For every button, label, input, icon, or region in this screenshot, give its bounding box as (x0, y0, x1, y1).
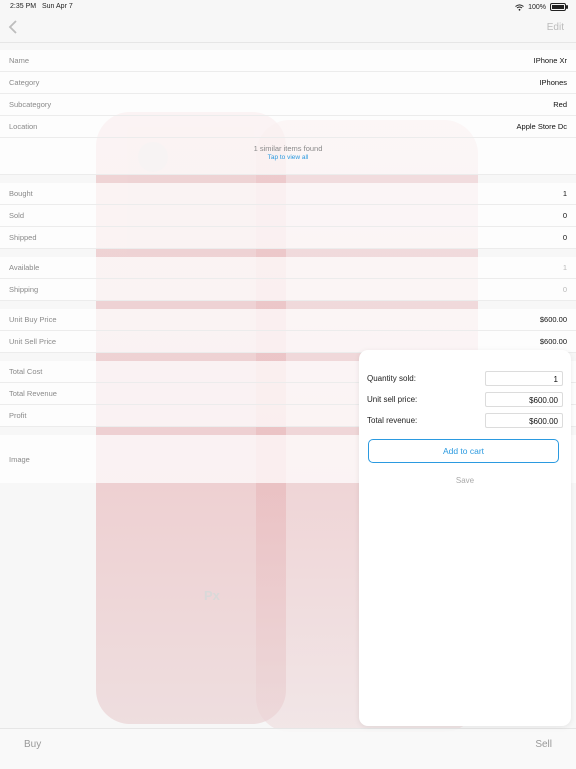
row-label: Profit (9, 411, 27, 420)
navigation-bar: Edit (0, 14, 576, 43)
total-revenue-row: Total revenue: $600.00 (367, 410, 563, 431)
unit-sell-price-label: Unit sell price: (367, 395, 418, 404)
status-time: 2:35 PM (10, 3, 37, 10)
row-label: Subcategory (9, 100, 52, 109)
availability-row-available: Available 1 (0, 257, 576, 279)
bottom-tab-bar: Buy Sell (0, 728, 576, 769)
details-group: Name IPhone Xr Category IPhones Subcateg… (0, 50, 576, 175)
unit-sell-price-row: Unit sell price: $600.00 (367, 389, 563, 410)
quantity-sold-label: Quantity sold: (367, 374, 416, 383)
row-label: Location (9, 122, 38, 131)
row-label: Sold (9, 211, 25, 220)
row-label: Total Cost (9, 367, 43, 376)
detail-row-category: Category IPhones (0, 72, 576, 94)
row-label: Unit Buy Price (9, 315, 57, 324)
row-label: Name (9, 56, 30, 65)
row-value: 1 (562, 263, 567, 272)
detail-row-location: Location Apple Store Dc (0, 116, 576, 138)
tab-sell[interactable]: Sell (535, 739, 552, 750)
back-chevron-icon[interactable] (8, 20, 18, 34)
similar-items-banner[interactable]: 1 similar items found Tap to view all (0, 138, 576, 175)
row-label: Shipping (9, 285, 39, 294)
total-revenue-input[interactable]: $600.00 (485, 413, 563, 428)
quantity-sold-row: Quantity sold: 1 (367, 368, 563, 389)
row-label: Bought (9, 189, 33, 198)
row-value: IPhone Xr (533, 56, 567, 65)
availability-group: Available 1 Shipping 0 (0, 257, 576, 301)
unit-sell-price-input[interactable]: $600.00 (485, 392, 563, 407)
phone-logo: Px (204, 588, 220, 603)
row-value: $600.00 (539, 315, 567, 324)
row-value: Apple Store Dc (516, 122, 567, 131)
status-date: Sun Apr 7 (42, 3, 73, 10)
stock-row-sold: Sold 0 (0, 205, 576, 227)
add-to-cart-button[interactable]: Add to cart (368, 439, 559, 463)
row-value: IPhones (539, 78, 567, 87)
availability-row-shipping: Shipping 0 (0, 279, 576, 301)
quantity-sold-input[interactable]: 1 (485, 371, 563, 386)
row-label: Category (9, 78, 40, 87)
row-label: Available (9, 263, 40, 272)
tab-buy[interactable]: Buy (24, 739, 41, 750)
sell-popover: Quantity sold: 1 Unit sell price: $600.0… (359, 350, 571, 726)
detail-row-subcategory: Subcategory Red (0, 94, 576, 116)
row-value: $600.00 (539, 337, 567, 346)
row-label: Shipped (9, 233, 37, 242)
status-bar: 2:35 PM Sun Apr 7 100% (0, 0, 576, 14)
row-label: Total Revenue (9, 389, 57, 398)
stock-row-bought: Bought 1 (0, 183, 576, 205)
price-row-buy: Unit Buy Price $600.00 (0, 309, 576, 331)
stock-group: Bought 1 Sold 0 Shipped 0 (0, 183, 576, 249)
prices-group: Unit Buy Price $600.00 Unit Sell Price $… (0, 309, 576, 353)
sell-form: Quantity sold: 1 Unit sell price: $600.0… (367, 368, 563, 431)
status-right: 100% (515, 3, 568, 11)
image-label: Image (9, 454, 30, 464)
row-label: Unit Sell Price (9, 337, 57, 346)
view-all-link[interactable]: Tap to view all (0, 154, 576, 161)
wifi-icon (515, 3, 524, 11)
battery-icon (550, 3, 568, 11)
stock-row-shipped: Shipped 0 (0, 227, 576, 249)
row-value: 0 (562, 285, 567, 294)
similar-items-text: 1 similar items found (253, 144, 323, 153)
row-value: 1 (562, 189, 567, 198)
row-value: 0 (562, 233, 567, 242)
save-button[interactable]: Save (359, 476, 571, 485)
battery-percent: 100% (528, 3, 546, 11)
detail-row-name: Name IPhone Xr (0, 50, 576, 72)
edit-button[interactable]: Edit (547, 22, 564, 33)
row-value: 0 (562, 211, 567, 220)
row-value: Red (553, 100, 567, 109)
total-revenue-label: Total revenue: (367, 416, 418, 425)
